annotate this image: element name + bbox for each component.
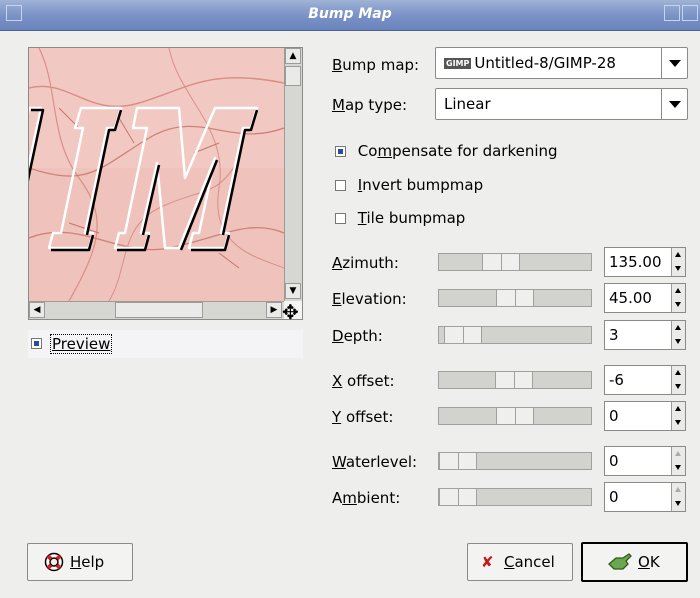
waterlevel-slider[interactable]: [438, 452, 592, 470]
invert-label: Invert bumpmap: [357, 176, 484, 194]
scroll-right-icon[interactable]: ▶: [266, 302, 282, 318]
y-offset-spinbox[interactable]: 0: [604, 401, 686, 431]
ambient-value: 0: [609, 488, 619, 506]
ok-button[interactable]: OK: [581, 542, 688, 582]
ok-hand-icon: [608, 553, 632, 570]
depth-slider[interactable]: [438, 326, 592, 344]
azimuth-label: Azimuth:: [332, 254, 399, 272]
spin-arrows-icon[interactable]: [671, 483, 685, 511]
vertical-scroll-thumb[interactable]: [285, 66, 301, 86]
cancel-button[interactable]: ✘ Cancel: [467, 543, 573, 581]
x-offset-spinbox[interactable]: -6: [604, 365, 686, 395]
x-offset-label: X offset:: [332, 372, 395, 390]
preview-vertical-scrollbar[interactable]: ▲ ▼: [284, 48, 302, 301]
azimuth-spinbox[interactable]: 135.00: [604, 247, 686, 277]
scroll-up-icon[interactable]: ▲: [285, 48, 301, 64]
preview-frame: ▲ ▼ ◀ ▶: [28, 47, 303, 320]
compensate-label: Compensate for darkening: [357, 142, 558, 160]
chevron-down-icon[interactable]: [661, 89, 687, 119]
invert-checkbox[interactable]: [335, 180, 346, 191]
x-offset-value: -6: [609, 371, 624, 389]
waterlevel-value: 0: [609, 452, 619, 470]
chevron-down-icon[interactable]: [661, 48, 687, 78]
depth-spinbox[interactable]: 3: [604, 320, 686, 350]
cancel-x-icon: ✘: [481, 553, 494, 571]
invert-option[interactable]: Invert bumpmap: [335, 176, 483, 194]
tile-label: Tile bumpmap: [357, 209, 466, 227]
bump-map-label: Bump map:: [332, 56, 420, 74]
depth-value: 3: [609, 326, 619, 344]
navigate-move-icon[interactable]: ✥: [282, 302, 299, 322]
preview-toggle[interactable]: Preview: [28, 330, 303, 358]
elevation-slider-handle[interactable]: [496, 290, 534, 306]
close-icon[interactable]: [682, 5, 698, 21]
tile-option[interactable]: Tile bumpmap: [335, 209, 465, 227]
map-type-select[interactable]: Linear: [435, 88, 688, 120]
azimuth-slider[interactable]: [438, 253, 592, 271]
spin-arrows-icon[interactable]: [671, 402, 685, 430]
elevation-label: Elevation:: [332, 290, 407, 308]
bump-map-dialog: Bump Map ▲ ▼ ◀ ▶ ✥ Preview Bump map: GIM…: [0, 0, 700, 598]
ambient-label: Ambient:: [332, 489, 401, 507]
spin-arrows-icon[interactable]: [671, 248, 685, 276]
window-title: Bump Map: [308, 6, 392, 22]
elevation-slider[interactable]: [438, 289, 592, 307]
title-bar[interactable]: Bump Map: [0, 0, 700, 31]
tile-checkbox[interactable]: [335, 213, 346, 224]
y-offset-slider[interactable]: [438, 407, 592, 425]
waterlevel-label: Waterlevel:: [332, 453, 418, 471]
y-offset-slider-handle[interactable]: [496, 408, 534, 424]
help-lifebuoy-icon: [44, 552, 64, 572]
x-offset-slider[interactable]: [438, 371, 592, 389]
ambient-spinbox[interactable]: 0: [604, 482, 686, 512]
help-button[interactable]: Help: [27, 543, 133, 581]
scroll-down-icon[interactable]: ▼: [285, 283, 301, 299]
azimuth-value: 135.00: [609, 253, 662, 271]
depth-slider-handle[interactable]: [444, 327, 482, 343]
bump-map-value: Untitled-8/GIMP-28: [474, 54, 616, 72]
preview-image[interactable]: [29, 48, 284, 301]
spin-arrows-icon[interactable]: [671, 284, 685, 312]
map-type-label: Map type:: [332, 96, 407, 114]
elevation-spinbox[interactable]: 45.00: [604, 283, 686, 313]
image-thumbnail-icon: GIMP: [444, 58, 472, 69]
horizontal-scroll-thumb[interactable]: [115, 302, 203, 318]
elevation-value: 45.00: [609, 289, 652, 307]
ambient-slider[interactable]: [438, 488, 592, 506]
preview-label: Preview: [50, 334, 113, 354]
spin-arrows-icon[interactable]: [671, 321, 685, 349]
y-offset-value: 0: [609, 407, 619, 425]
preview-checkbox[interactable]: [31, 338, 42, 349]
bump-map-select[interactable]: GIMP Untitled-8/GIMP-28: [435, 47, 688, 79]
ambient-slider-handle[interactable]: [439, 489, 477, 505]
x-offset-slider-handle[interactable]: [495, 372, 533, 388]
compensate-checkbox[interactable]: [335, 146, 346, 157]
maximize-icon[interactable]: [664, 5, 680, 21]
scroll-left-icon[interactable]: ◀: [29, 302, 45, 318]
azimuth-slider-handle[interactable]: [482, 254, 520, 270]
y-offset-label: Y offset:: [332, 408, 394, 426]
depth-label: Depth:: [332, 327, 383, 345]
map-type-value: Linear: [444, 95, 491, 113]
preview-horizontal-scrollbar[interactable]: ◀ ▶: [29, 301, 284, 319]
ok-label: OK: [638, 553, 660, 571]
spin-arrows-icon[interactable]: [671, 366, 685, 394]
cancel-label: Cancel: [504, 553, 555, 571]
waterlevel-spinbox[interactable]: 0: [604, 446, 686, 476]
waterlevel-slider-handle[interactable]: [439, 453, 477, 469]
spin-arrows-icon[interactable]: [671, 447, 685, 475]
help-label: Help: [70, 553, 105, 571]
marble-texture: [29, 48, 284, 301]
compensate-option[interactable]: Compensate for darkening: [335, 142, 558, 160]
